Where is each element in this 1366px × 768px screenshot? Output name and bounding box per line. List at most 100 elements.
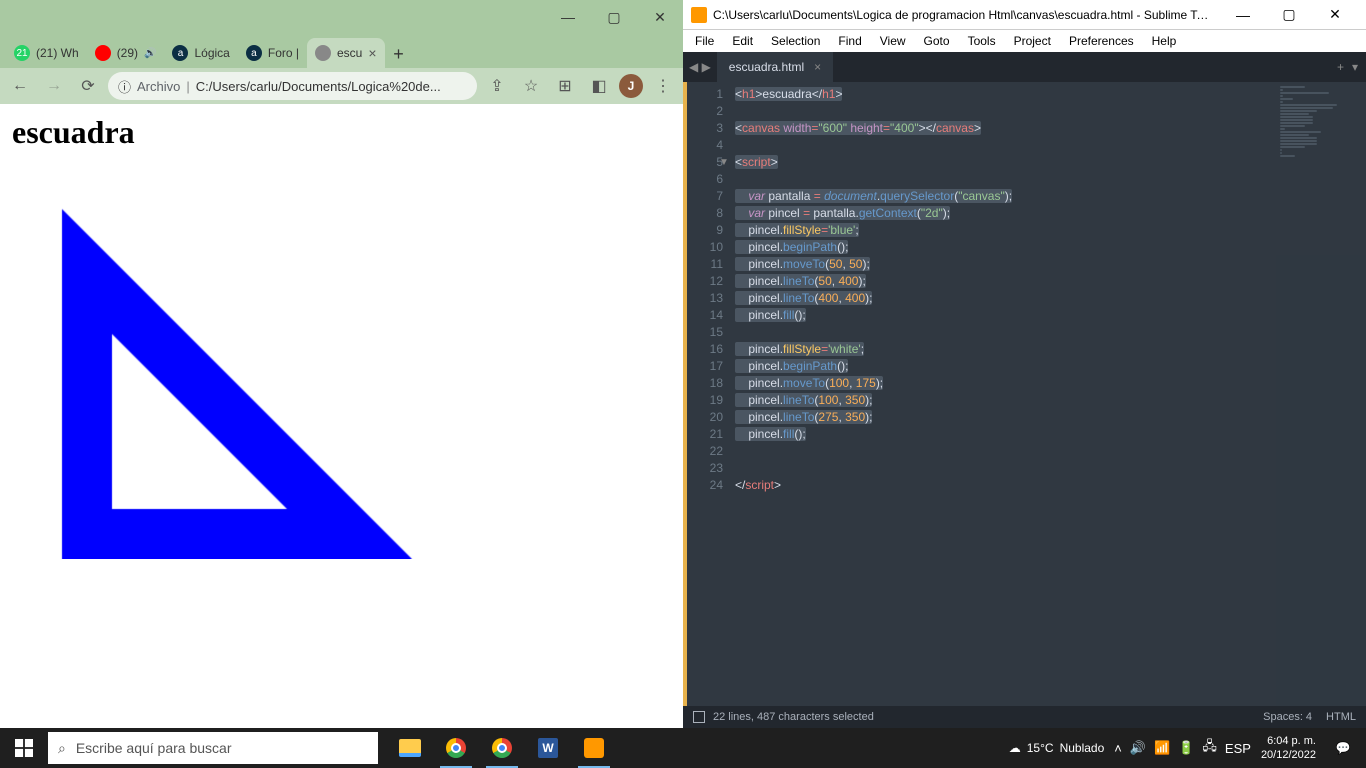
- minimize-button[interactable]: —: [545, 0, 591, 34]
- status-box-icon[interactable]: [693, 711, 705, 723]
- tab-title: escu: [337, 46, 362, 60]
- menu-preferences[interactable]: Preferences: [1061, 32, 1142, 50]
- reload-button[interactable]: ⟳: [74, 72, 102, 100]
- status-selection: 22 lines, 487 characters selected: [713, 711, 874, 723]
- menu-tools[interactable]: Tools: [960, 32, 1004, 50]
- profile-avatar[interactable]: J: [619, 74, 643, 98]
- chrome-top: — ▢ ✕ 21 (21) Wh (29) 🔊 a Lógica a Foro …: [0, 0, 683, 104]
- app-chrome-canary[interactable]: [480, 728, 524, 768]
- menu-project[interactable]: Project: [1006, 32, 1059, 50]
- browser-tab-0[interactable]: 21 (21) Wh: [6, 38, 87, 68]
- sublime-titlebar: C:\Users\carlu\Documents\Logica de progr…: [683, 0, 1366, 30]
- weather-widget[interactable]: ☁ 15°C Nublado: [1009, 741, 1105, 755]
- menu-file[interactable]: File: [687, 32, 722, 50]
- st-close-button[interactable]: ✕: [1312, 0, 1358, 30]
- start-button[interactable]: [0, 728, 48, 768]
- taskbar-apps: W: [388, 728, 616, 768]
- share-icon[interactable]: ⇪: [483, 72, 511, 100]
- tab-close-icon[interactable]: ×: [814, 60, 821, 74]
- extensions-icon[interactable]: ⊞: [551, 72, 579, 100]
- back-button[interactable]: ←: [6, 72, 34, 100]
- tab-favicon: [95, 45, 111, 61]
- sidepanel-icon[interactable]: ◧: [585, 72, 613, 100]
- sublime-logo-icon: [691, 7, 707, 23]
- taskbar: ⌕ Escribe aquí para buscar W ☁ 15°C Nubl…: [0, 728, 1366, 768]
- tab-title: Lógica: [194, 46, 229, 60]
- notifications-button[interactable]: 💬: [1326, 728, 1360, 768]
- tray-language[interactable]: ESP: [1225, 741, 1251, 756]
- app-sublime[interactable]: [572, 728, 616, 768]
- tab-title: (21) Wh: [36, 46, 79, 60]
- taskbar-search[interactable]: ⌕ Escribe aquí para buscar: [48, 732, 378, 764]
- system-tray: ☁ 15°C Nublado ˄ 🔊 📶 🔋 🖧 ESP 6:04 p. m. …: [1009, 728, 1366, 768]
- tabs-row: 21 (21) Wh (29) 🔊 a Lógica a Foro | escu…: [0, 34, 683, 68]
- clock-time: 6:04 p. m.: [1261, 734, 1316, 748]
- tray-wifi-icon[interactable]: 📶: [1154, 740, 1170, 756]
- url-text: C:/Users/carlu/Documents/Logica%20de...: [196, 79, 467, 94]
- menu-selection[interactable]: Selection: [763, 32, 828, 50]
- escuadra-canvas: [12, 159, 612, 559]
- new-tab-icon[interactable]: +: [1337, 60, 1344, 74]
- tab-close-icon[interactable]: ×: [368, 45, 376, 61]
- bookmark-icon[interactable]: ☆: [517, 72, 545, 100]
- tray-network-icon[interactable]: 🖧: [1202, 737, 1217, 759]
- sublime-window: C:\Users\carlu\Documents\Logica de progr…: [683, 0, 1366, 728]
- new-tab-button[interactable]: +: [385, 40, 413, 68]
- tab-favicon: [315, 45, 331, 61]
- search-icon: ⌕: [58, 740, 66, 757]
- status-bar: 22 lines, 487 characters selected Spaces…: [683, 706, 1366, 728]
- url-input[interactable]: ⓘ Archivo | C:/Users/carlu/Documents/Log…: [108, 72, 477, 100]
- browser-tab-1[interactable]: (29) 🔊: [87, 38, 165, 68]
- menu-edit[interactable]: Edit: [724, 32, 761, 50]
- page-content: escuadra: [0, 104, 683, 728]
- editor-tab-label: escuadra.html: [729, 60, 804, 74]
- tray-volume-icon[interactable]: 🔊: [1130, 740, 1146, 756]
- app-word[interactable]: W: [526, 728, 570, 768]
- tray-chevron-icon[interactable]: ˄: [1114, 741, 1122, 756]
- sublime-title-text: C:\Users\carlu\Documents\Logica de progr…: [713, 8, 1214, 22]
- editor-tab[interactable]: escuadra.html ×: [717, 52, 833, 82]
- app-explorer[interactable]: [388, 728, 432, 768]
- tray-battery-icon[interactable]: 🔋: [1178, 740, 1194, 756]
- address-bar: ← → ⟳ ⓘ Archivo | C:/Users/carlu/Documen…: [0, 68, 683, 104]
- search-placeholder: Escribe aquí para buscar: [76, 740, 232, 756]
- chrome-window: — ▢ ✕ 21 (21) Wh (29) 🔊 a Lógica a Foro …: [0, 0, 683, 728]
- url-prefix: Archivo: [137, 79, 180, 94]
- weather-cond: Nublado: [1060, 741, 1105, 755]
- tab-nav-arrows[interactable]: ◀ ▶: [683, 52, 717, 82]
- sublime-tabbar: ◀ ▶ escuadra.html × + ▾: [683, 52, 1366, 82]
- tab-title: Foro |: [268, 46, 299, 60]
- tab-favicon: a: [172, 45, 188, 61]
- menu-help[interactable]: Help: [1144, 32, 1185, 50]
- editor-body: 123456789101112131415161718192021222324▼…: [683, 82, 1366, 706]
- menu-icon[interactable]: ⋮: [649, 72, 677, 100]
- maximize-button[interactable]: ▢: [591, 0, 637, 34]
- minimap[interactable]: [1276, 82, 1366, 706]
- menu-view[interactable]: View: [872, 32, 914, 50]
- menu-find[interactable]: Find: [830, 32, 869, 50]
- browser-tab-3[interactable]: a Foro |: [238, 38, 307, 68]
- menu-goto[interactable]: Goto: [916, 32, 958, 50]
- tab-dropdown-icon[interactable]: ▾: [1352, 60, 1358, 74]
- browser-tab-4[interactable]: escu ×: [307, 38, 385, 68]
- tab-title: (29): [117, 46, 138, 60]
- page-title: escuadra: [12, 114, 671, 151]
- status-spaces[interactable]: Spaces: 4: [1263, 711, 1312, 723]
- st-minimize-button[interactable]: —: [1220, 0, 1266, 30]
- file-icon: ⓘ: [118, 77, 131, 96]
- weather-temp: 15°C: [1027, 741, 1054, 755]
- chrome-titlebar: — ▢ ✕: [0, 0, 683, 34]
- status-language[interactable]: HTML: [1326, 711, 1356, 723]
- browser-tab-2[interactable]: a Lógica: [164, 38, 237, 68]
- weather-icon: ☁: [1009, 741, 1021, 755]
- tab-favicon: 21: [14, 45, 30, 61]
- audio-icon: 🔊: [144, 48, 156, 59]
- taskbar-clock[interactable]: 6:04 p. m. 20/12/2022: [1261, 734, 1316, 762]
- app-chrome[interactable]: [434, 728, 478, 768]
- close-button[interactable]: ✕: [637, 0, 683, 34]
- tab-favicon: a: [246, 45, 262, 61]
- st-maximize-button[interactable]: ▢: [1266, 0, 1312, 30]
- forward-button[interactable]: →: [40, 72, 68, 100]
- code-area[interactable]: <h1>escuadra</h1><canvas width="600" hei…: [731, 82, 1366, 706]
- line-gutter: 123456789101112131415161718192021222324▼: [683, 82, 731, 706]
